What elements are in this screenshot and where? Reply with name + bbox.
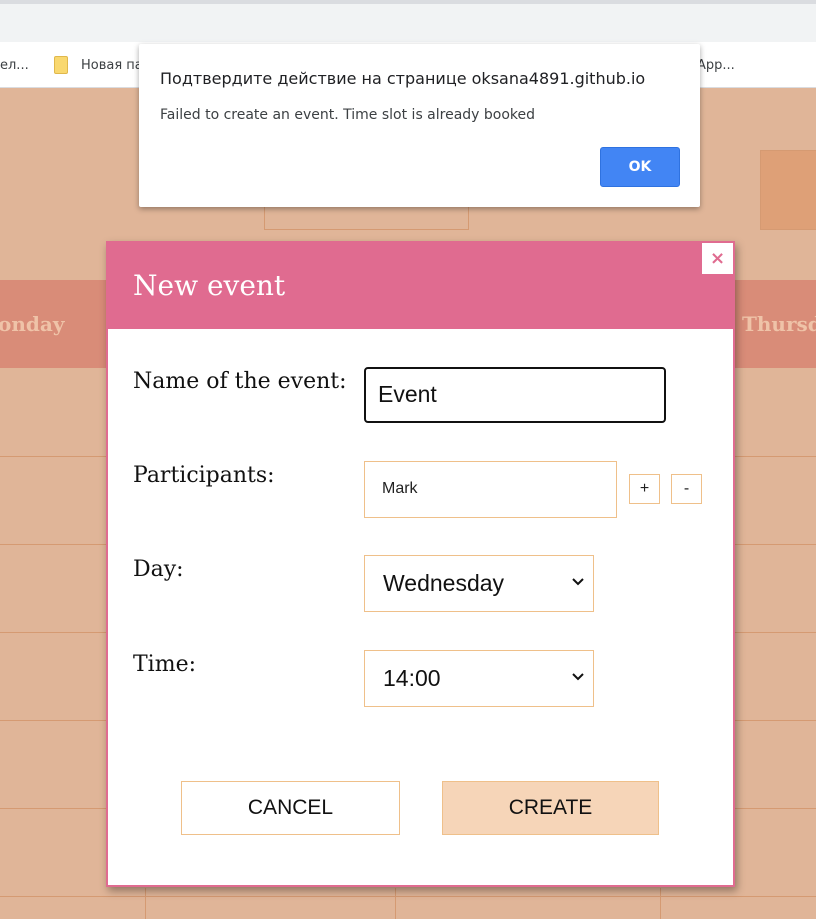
grid-line xyxy=(395,888,396,919)
day-select-value: Wednesday xyxy=(383,570,505,596)
add-participant-button[interactable]: + xyxy=(629,474,660,504)
calendar-button xyxy=(760,150,816,230)
participants-label: Participants: xyxy=(133,463,275,488)
bookmark-folder[interactable]: Новая па xyxy=(81,58,143,73)
chevron-down-icon xyxy=(572,578,584,586)
grid-line xyxy=(660,888,661,919)
grid-line xyxy=(0,896,816,897)
event-name-label: Name of the event: xyxy=(133,369,347,394)
modal-header: New event × xyxy=(108,243,733,329)
cancel-button[interactable]: CANCEL xyxy=(181,781,400,835)
browser-toolbar xyxy=(0,0,816,42)
alert-message: Failed to create an event. Time slot is … xyxy=(160,107,536,123)
alert-dialog: Подтвердите действие на странице oksana4… xyxy=(139,44,700,207)
bookmark-item[interactable]: ел... xyxy=(0,58,29,73)
day-select[interactable]: Wednesday xyxy=(364,555,594,612)
participants-input[interactable]: Mark xyxy=(364,461,617,518)
ok-button[interactable]: OK xyxy=(600,147,680,187)
chevron-down-icon xyxy=(572,673,584,681)
grid-line xyxy=(145,888,146,919)
time-select[interactable]: 14:00 xyxy=(364,650,594,707)
alert-title: Подтвердите действие на странице oksana4… xyxy=(160,69,646,88)
modal-title: New event xyxy=(133,269,286,302)
day-label-monday: onday xyxy=(0,312,65,336)
time-label: Time: xyxy=(133,652,197,677)
folder-icon xyxy=(54,56,68,74)
bookmark-item[interactable]: App... xyxy=(697,58,735,73)
day-label: Day: xyxy=(133,557,184,582)
close-icon[interactable]: × xyxy=(702,243,733,274)
event-name-input[interactable]: Event xyxy=(364,367,666,423)
new-event-modal: New event × Name of the event: Event Par… xyxy=(106,241,735,887)
day-label-thursday: Thursda xyxy=(742,312,816,336)
remove-participant-button[interactable]: - xyxy=(671,474,702,504)
time-select-value: 14:00 xyxy=(383,665,441,691)
create-button[interactable]: CREATE xyxy=(442,781,659,835)
